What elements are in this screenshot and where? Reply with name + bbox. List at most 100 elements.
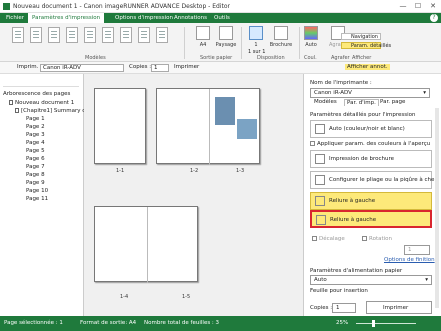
fold-config-select[interactable]: Configurer le pliage ou la piqûre à che xyxy=(310,171,434,189)
preview-spread[interactable] xyxy=(156,88,260,165)
printer-name-label: Nom de l'imprimante : xyxy=(310,80,372,86)
page-label: 1-3 xyxy=(236,168,245,174)
brochure-icon xyxy=(315,154,325,164)
finishing-options-link[interactable]: Options de finition xyxy=(384,257,435,263)
fold-icon xyxy=(315,175,325,185)
tab-modeles[interactable]: Modèles xyxy=(314,99,337,105)
template-thumb[interactable] xyxy=(84,27,96,43)
pages-per-sheet-value: 1 xyxy=(254,42,258,48)
rotation-label: Rotation xyxy=(369,236,393,242)
tree-page[interactable]: Page 10 xyxy=(26,188,48,194)
pages-per-sheet-button[interactable]: 1 xyxy=(248,26,264,48)
shift-checkbox[interactable]: Décalage xyxy=(312,236,345,242)
page-label: 1-5 xyxy=(182,294,191,300)
preview-spread[interactable] xyxy=(94,206,198,283)
color-button[interactable]: Auto xyxy=(302,26,320,48)
tree-page[interactable]: Page 4 xyxy=(26,140,45,146)
tab-outils[interactable]: Outils xyxy=(210,13,234,23)
binding-option-highlighted[interactable]: Reliure à gauche xyxy=(310,210,432,228)
tree-page[interactable]: Page 3 xyxy=(26,132,45,138)
print-button[interactable]: Imprimer xyxy=(174,64,199,70)
ribbon: Modèles A4 Paysage Sortie papier 1 1 sur… xyxy=(0,23,441,62)
template-thumb[interactable] xyxy=(156,27,168,43)
zoom-slider[interactable] xyxy=(356,323,416,324)
tree-page[interactable]: Page 1 xyxy=(26,116,45,122)
checkbox-icon xyxy=(362,236,367,241)
checkbox-icon xyxy=(312,236,317,241)
window-title: Nouveau document 1 - Canon imageRUNNER A… xyxy=(13,3,231,10)
display-annotations-button[interactable]: Afficher annot. xyxy=(345,64,390,70)
close-button[interactable]: ✕ xyxy=(426,1,440,12)
paper-feed-select[interactable]: Auto ▾ xyxy=(310,275,432,285)
divider xyxy=(299,27,300,59)
preview-area: 1-1 1-2 1-3 1-4 1-5 xyxy=(84,74,303,316)
group-label-coul: Coul. xyxy=(304,55,317,61)
copies-input[interactable]: 1 xyxy=(151,64,169,72)
tree-page[interactable]: Page 8 xyxy=(26,172,45,178)
tree-page[interactable]: Page 5 xyxy=(26,148,45,154)
scrollbar[interactable] xyxy=(435,108,439,308)
tree-page[interactable]: Page 9 xyxy=(26,180,45,186)
tree-page[interactable]: Page 11 xyxy=(26,196,48,202)
help-icon[interactable]: ? xyxy=(430,14,438,22)
tab-par-page[interactable]: Par. page xyxy=(380,99,405,105)
paper-size-button[interactable]: A4 xyxy=(194,26,212,48)
template-thumb[interactable] xyxy=(66,27,78,43)
binding-icon xyxy=(315,196,325,206)
orientation-label: Paysage xyxy=(215,42,237,48)
color-mode-icon xyxy=(315,124,325,134)
group-label-modeles: Modèles xyxy=(85,55,106,61)
zoom-slider-thumb[interactable] xyxy=(372,320,375,327)
title-bar: Nouveau document 1 - Canon imageRUNNER A… xyxy=(0,0,441,13)
chevron-down-icon: ▾ xyxy=(423,90,426,96)
template-thumb[interactable] xyxy=(12,27,24,43)
binding-button[interactable]: Brochure xyxy=(268,26,294,48)
binding-label: Brochure xyxy=(269,42,293,48)
printer-select[interactable]: Canon iR-ADV xyxy=(40,64,124,72)
color-mode-select[interactable]: Auto (couleur/noir et blanc) xyxy=(310,120,432,138)
spread-fold xyxy=(147,207,148,283)
printer-name-value: Canon iR-ADV xyxy=(314,90,352,96)
maximize-button[interactable]: ☐ xyxy=(411,1,425,12)
page-image xyxy=(215,97,235,125)
binding-value: Reliure à gauche xyxy=(329,198,376,204)
panel-copies-input[interactable]: 1 xyxy=(332,303,356,313)
group-label-afficher: Afficher xyxy=(352,55,372,61)
navigation-button[interactable]: Navigation xyxy=(341,33,381,40)
tree-page[interactable]: Page 6 xyxy=(26,156,45,162)
tab-annotations[interactable]: Annotations xyxy=(170,13,211,23)
tree-document[interactable]: Nouveau document 1 xyxy=(9,100,74,106)
tree-page[interactable]: Page 7 xyxy=(26,164,45,170)
minimize-button[interactable]: — xyxy=(396,1,410,12)
param-details-button[interactable]: Param. détaillés xyxy=(341,42,391,49)
apply-colors-label: Appliquer param. des couleurs à l'aperçu xyxy=(317,141,431,147)
orientation-button[interactable]: Paysage xyxy=(214,26,238,48)
page-image xyxy=(237,119,257,139)
binding-select[interactable]: Reliure à gauche xyxy=(310,192,432,210)
brochure-value: Impression de brochure xyxy=(329,156,394,162)
settings-panel: Nom de l'imprimante : Canon iR-ADV ▾ Modè… xyxy=(303,74,441,316)
spread-fold xyxy=(209,89,210,165)
ribbon-tabs: Fichier Paramètres d'impression Options … xyxy=(0,13,441,23)
rotation-checkbox[interactable]: Rotation xyxy=(362,236,392,242)
tab-parametres-impression[interactable]: Paramètres d'impression xyxy=(28,13,105,23)
rotation-value-input[interactable]: 1 xyxy=(404,245,430,255)
tree-chapter[interactable]: [Chapitre1] Summary o xyxy=(15,108,86,114)
template-thumb[interactable] xyxy=(102,27,114,43)
template-thumb[interactable] xyxy=(30,27,42,43)
divider xyxy=(184,27,185,59)
template-thumb[interactable] xyxy=(138,27,150,43)
printer-name-select[interactable]: Canon iR-ADV ▾ xyxy=(310,88,430,98)
tree-page[interactable]: Page 2 xyxy=(26,124,45,130)
tab-fichier[interactable]: Fichier xyxy=(2,13,28,23)
preview-page[interactable] xyxy=(94,88,146,164)
template-thumb[interactable] xyxy=(120,27,132,43)
panel-print-button[interactable]: Imprimer xyxy=(366,301,432,314)
detail-label: Paramètres détaillés pour l'impression xyxy=(310,112,416,118)
binding-option-label: Reliure à gauche xyxy=(330,217,377,223)
tab-par-imp[interactable]: Par. d'imp. xyxy=(344,99,379,106)
tab-options-impression[interactable]: Options d'impression xyxy=(111,13,177,23)
apply-colors-checkbox[interactable]: Appliquer param. des couleurs à l'aperçu xyxy=(310,141,430,147)
template-thumb[interactable] xyxy=(48,27,60,43)
brochure-select[interactable]: Impression de brochure xyxy=(310,150,432,168)
